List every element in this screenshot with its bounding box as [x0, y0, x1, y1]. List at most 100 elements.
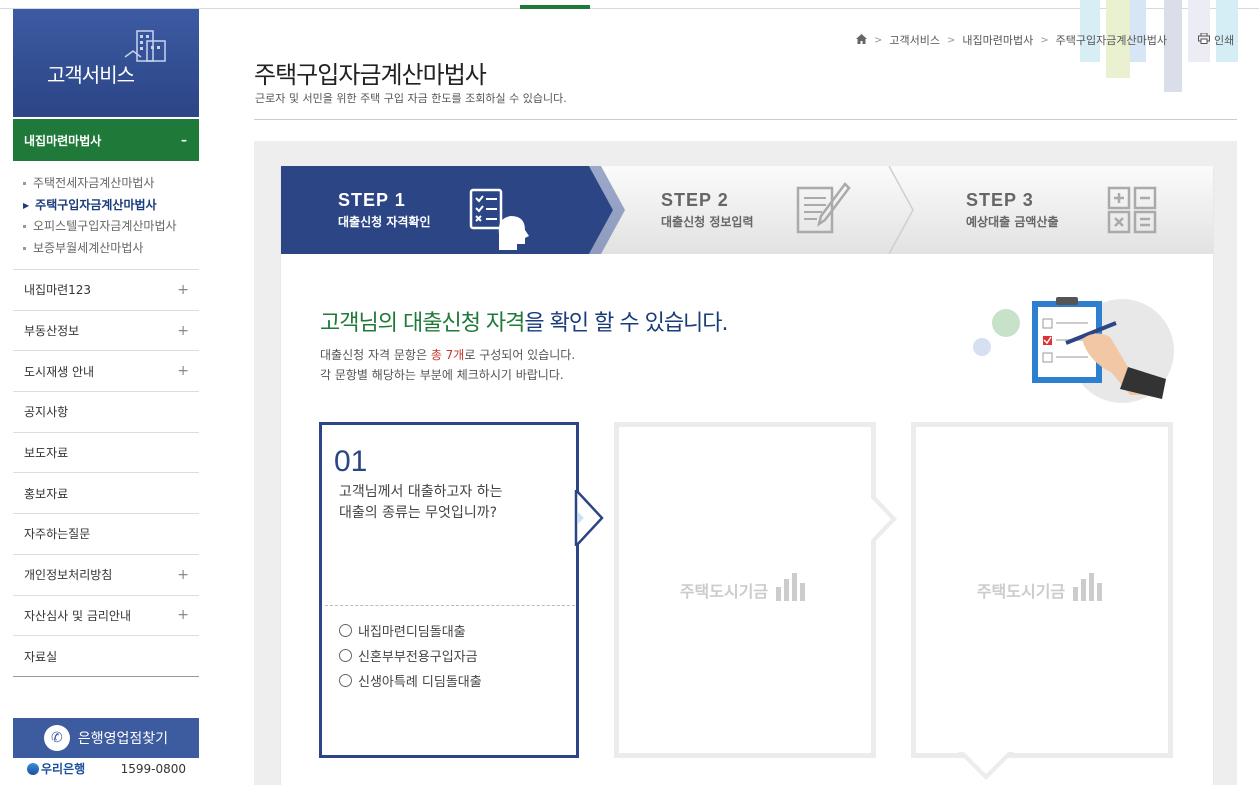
plus-icon[interactable]: + — [177, 607, 189, 623]
question-number: 01 — [334, 445, 368, 478]
phone-icon: ✆ — [43, 724, 70, 751]
option-label: 신혼부부전용구입자금 — [358, 650, 478, 665]
step-1: STEP 1 대출신청 자격확인 — [338, 190, 431, 230]
home-icon[interactable] — [856, 33, 867, 47]
sidebar: 고객서비스 내집마련마법사 – 주택전세자금계산마법사 ▶ 주택구입자금계산마법사… — [13, 9, 199, 780]
question-divider — [325, 605, 575, 606]
print-label: 인쇄 — [1214, 34, 1235, 47]
breadcrumb-item[interactable]: 고객서비스 — [889, 32, 940, 48]
calculator-icon — [1107, 186, 1157, 238]
bank-phone: 1599-0800 — [120, 761, 186, 776]
menu-item-notice[interactable]: 공지사항 — [13, 392, 199, 433]
sub-item-jeonse[interactable]: 주택전세자금계산마법사 — [23, 173, 199, 195]
title-divider — [254, 119, 1237, 120]
sub-item-officetel[interactable]: 오피스텔구입자금계산마법사 — [23, 216, 199, 238]
step-3: STEP 3 예상대출 금액산출 — [966, 190, 1059, 230]
menu-item-privacy[interactable]: 개인정보처리방침 + — [13, 555, 199, 596]
sidebar-header: 고객서비스 — [13, 9, 199, 117]
question-line: 대출의 종류는 무엇입니까? — [339, 505, 498, 521]
intro-text: 대출신청 자격 문항은 — [320, 348, 431, 362]
triangle-right-icon: ▶ — [23, 200, 30, 210]
checklist-person-icon — [467, 186, 533, 254]
option-newborn[interactable]: 신생아특례 디딤돌대출 — [339, 671, 482, 690]
step-bar: STEP 1 대출신청 자격확인 STEP 2 대출신청 정보입력 STEP 3 — [281, 166, 1213, 254]
question-text: 고객님께서 대출하고자 하는 대출의 종류는 무엇입니까? — [339, 482, 502, 524]
menu-label: 내집마련123 — [24, 283, 92, 298]
plus-icon[interactable]: + — [177, 323, 189, 339]
menu-item-assets[interactable]: 자산심사 및 금리안내 + — [13, 596, 199, 637]
building-logo-icon — [1071, 573, 1107, 607]
bank-row: 우리은행 1599-0800 — [13, 758, 199, 780]
option-didimdol[interactable]: 내집마련디딤돌대출 — [339, 621, 466, 640]
printer-icon — [1198, 32, 1210, 47]
step-2: STEP 2 대출신청 정보입력 — [661, 190, 754, 230]
sidebar-active-section[interactable]: 내집마련마법사 – — [13, 117, 199, 161]
fund-logo-text: 주택도시기금 — [976, 582, 1066, 601]
menu-item-home123[interactable]: 내집마련123 + — [13, 270, 199, 311]
clipboard-illustration — [970, 295, 1180, 414]
headline-highlight: 대출신청 자격 — [402, 311, 525, 336]
option-newlywed[interactable]: 신혼부부전용구입자금 — [339, 646, 478, 665]
arrow-down-icon — [958, 752, 1014, 784]
placeholder-card-2: 주택도시기금 — [614, 422, 876, 758]
menu-label: 자료실 — [24, 649, 58, 664]
menu-item-faq[interactable]: 자주하는질문 — [13, 514, 199, 555]
sub-menu: 주택전세자금계산마법사 ▶ 주택구입자금계산마법사 오피스텔구입자금계산마법사 보… — [13, 161, 199, 270]
plus-icon[interactable]: + — [177, 567, 189, 583]
fund-logo-text: 주택도시기금 — [679, 582, 769, 601]
intro-headline: 고객님의 대출신청 자격을 확인 할 수 있습니다. — [320, 305, 729, 337]
sub-item-rent[interactable]: 보증부월세계산마법사 — [23, 238, 199, 260]
radio-button[interactable] — [339, 624, 352, 637]
question-card: 01 고객님께서 대출하고자 하는 대출의 종류는 무엇입니까? 내집마련디딤돌… — [319, 422, 579, 758]
menu-label: 부동산정보 — [24, 324, 80, 339]
menu-item-promo[interactable]: 홍보자료 — [13, 473, 199, 515]
menu-label: 공지사항 — [24, 405, 69, 420]
breadcrumb: > 고객서비스 > 내집마련마법사 > 주택구입자금계산마법사 — [856, 32, 1167, 48]
placeholder-inner: 주택도시기금 — [619, 427, 871, 753]
chevron-right-icon: > — [874, 34, 883, 46]
sub-item-label: 보증부월세계산마법사 — [33, 240, 144, 255]
bullet-icon — [23, 225, 26, 229]
page-subtitle: 근로자 및 서민을 위한 주택 구입 자금 한도를 조회하실 수 있습니다. — [255, 92, 567, 105]
menu-item-press[interactable]: 보도자료 — [13, 433, 199, 474]
sub-item-label: 주택전세자금계산마법사 — [33, 176, 155, 190]
step-2-desc: 대출신청 정보입력 — [661, 215, 754, 229]
radio-button[interactable] — [339, 649, 352, 662]
collapse-toggle[interactable]: – — [181, 133, 187, 147]
step-1-number: STEP 1 — [338, 190, 406, 210]
sub-item-purchase[interactable]: ▶ 주택구입자금계산마법사 — [23, 195, 199, 217]
active-section-label: 내집마련마법사 — [24, 133, 102, 148]
intro-description: 대출신청 자격 문항은 총 7개로 구성되어 있습니다. 각 문항별 해당하는 … — [320, 345, 575, 385]
print-button[interactable]: 인쇄 — [1198, 32, 1234, 48]
arrow-right-icon — [574, 486, 604, 550]
option-label: 신생아특례 디딤돌대출 — [358, 675, 482, 690]
question-line: 고객님께서 대출하고자 하는 — [339, 484, 503, 500]
step-3-number: STEP 3 — [966, 190, 1034, 210]
intro-line-2: 각 문항별 해당하는 부분에 체크하시기 바랍니다. — [320, 368, 564, 382]
plus-icon[interactable]: + — [177, 282, 189, 298]
top-accent-bar — [520, 5, 590, 9]
breadcrumb-item[interactable]: 내집마련마법사 — [962, 32, 1033, 48]
menu-item-archive[interactable]: 자료실 — [13, 636, 199, 677]
radio-button[interactable] — [339, 674, 352, 687]
document-edit-icon — [795, 182, 851, 242]
placeholder-card-3: 주택도시기금 — [911, 422, 1173, 758]
headline-part: 고객님의 — [320, 311, 403, 336]
building-logo-icon — [774, 573, 810, 607]
bank-branch-button[interactable]: ✆ 은행영업점찾기 — [13, 717, 199, 758]
menu-item-urban-renewal[interactable]: 도시재생 안내 + — [13, 351, 199, 393]
menu-item-realestate[interactable]: 부동산정보 + — [13, 311, 199, 352]
sidebar-title: 고객서비스 — [47, 63, 135, 87]
page-title: 주택구입자금계산마법사 — [254, 61, 487, 89]
placeholder-inner: 주택도시기금 — [916, 427, 1168, 753]
bank-logo: 우리은행 — [27, 760, 85, 777]
menu-label: 보도자료 — [24, 446, 69, 461]
bank-name: 우리은행 — [41, 762, 86, 777]
bullet-icon — [23, 182, 26, 186]
menu-label: 자산심사 및 금리안내 — [24, 608, 131, 623]
breadcrumb-item[interactable]: 주택구입자금계산마법사 — [1056, 32, 1167, 48]
menu-label: 도시재생 안내 — [24, 364, 95, 379]
arrow-right-icon — [871, 492, 899, 550]
plus-icon[interactable]: + — [177, 363, 189, 379]
menu-label: 자주하는질문 — [24, 527, 91, 542]
